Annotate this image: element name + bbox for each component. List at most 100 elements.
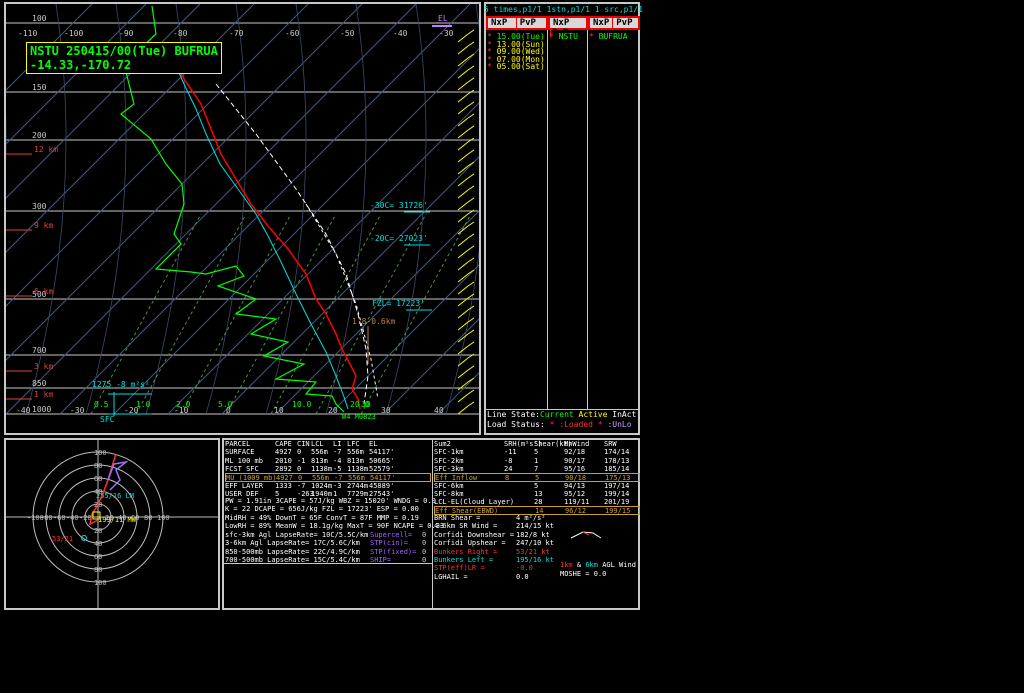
- lapse-row: sfc-3km Agl LapseRate= 10C/5.5C/km: [225, 531, 369, 539]
- table-cell: 1138m: [347, 464, 369, 473]
- wind-barb: [457, 189, 469, 199]
- table-cell: 95/12: [564, 489, 586, 498]
- sounding-list-panel[interactable]: 5 times,p1/1 1stn,p1/1 1 src,p1/1 NxP Pv…: [484, 2, 643, 435]
- table-cell: -1: [297, 456, 306, 465]
- mixing-ratio-label: 0.5: [94, 400, 109, 409]
- pressure-label: 150: [32, 83, 47, 92]
- table-cell: 556m: [311, 448, 328, 457]
- table-cell: SFC-6km: [434, 481, 464, 490]
- agl-wind-legend: 1km & 6km AGL Wind: [560, 561, 636, 569]
- table-cell: SFC-8km: [434, 489, 464, 498]
- temp-tick-label: 10: [274, 406, 284, 415]
- time-label: 05.00(Sat): [496, 62, 545, 71]
- table-cell: FCST SFC: [225, 464, 259, 473]
- wind-barb: [457, 369, 469, 379]
- wind-barb: [457, 237, 469, 247]
- table-cell: -7: [333, 448, 342, 457]
- table-cell: MnWind: [564, 440, 590, 448]
- table-cell: 13: [534, 489, 543, 498]
- thermo-indices: PW = 1.91in 3CAPE = 57J/kg WBZ = 15020' …: [225, 497, 444, 531]
- table-cell: -5: [333, 464, 342, 473]
- temp-tick-label: -50: [340, 29, 355, 38]
- wind-barb: [467, 221, 475, 227]
- temp-tick-label: 40: [434, 406, 444, 415]
- hodo-axis-label: -60: [53, 514, 66, 522]
- table-cell: 2744m: [347, 481, 369, 490]
- table-cell: 1024m: [311, 481, 333, 490]
- wind-barb: [467, 149, 475, 155]
- wind-barb: [457, 81, 469, 91]
- level-label: FZL= 17223': [372, 299, 425, 308]
- station-next-page-button[interactable]: NxP: [550, 18, 572, 28]
- source-prev-page-button[interactable]: PvP: [612, 18, 635, 28]
- mixing-ratio-label: 1.0: [136, 400, 151, 409]
- table-cell: -4: [333, 456, 342, 465]
- temp-tick-label: -40: [393, 29, 408, 38]
- kinematic-lower-row: BRN Shear = 4 m²/s²: [434, 514, 546, 522]
- kinematic-lower-row: 4-6km SR Wind = 214/15 kt: [434, 522, 554, 531]
- wind-barb: [457, 309, 469, 319]
- table-cell: ML 100 mb: [225, 456, 263, 465]
- wind-barb: [457, 69, 469, 79]
- time-prev-page-button[interactable]: PvP: [515, 18, 539, 28]
- table-cell: 24: [504, 464, 513, 473]
- time-item[interactable]: * 05.00(Sat): [487, 63, 545, 71]
- time-next-page-button[interactable]: NxP: [488, 18, 510, 28]
- temp-tick-label: -80: [173, 29, 188, 38]
- table-cell: 1333: [275, 481, 292, 490]
- table-cell: SURFACE: [225, 448, 255, 457]
- wind-barb: [457, 285, 469, 295]
- params-divider: [224, 563, 432, 564]
- pressure-label: 300: [32, 202, 47, 211]
- table-cell: 92/18: [564, 448, 586, 457]
- skewt-panel[interactable]: 100 150 200 300 500 700 850 1000 -110 -100 -90 -80-…: [4, 2, 481, 435]
- hodo-ring-label: 20: [94, 527, 102, 535]
- table-cell: -11: [504, 448, 517, 457]
- sfc-values: W4 M0823: [342, 413, 376, 421]
- table-cell: 185/14: [604, 464, 630, 473]
- table-cell: 45889': [369, 481, 395, 490]
- wind-barb: [467, 389, 475, 395]
- wind-barb: [467, 125, 475, 131]
- source-next-page-button[interactable]: NxP: [590, 18, 612, 28]
- wind-barb: [457, 213, 469, 223]
- table-cell: Sum2: [434, 440, 451, 448]
- lapse-rates: sfc-3km Agl LapseRate= 10C/5.5C/km 3-6km …: [225, 531, 368, 565]
- wind-barb: [467, 29, 475, 35]
- wind-barb: [467, 77, 475, 83]
- table-cell: SFC-2km: [434, 456, 464, 465]
- temp-tick-label: 20: [328, 406, 338, 415]
- table-cell: 2010: [275, 456, 292, 465]
- table-cell: 1: [534, 456, 539, 465]
- temp-tick-label: -30: [70, 406, 85, 415]
- table-cell: 8: [505, 474, 510, 483]
- table-cell: 2892: [275, 464, 292, 473]
- skewt-latlon: -14.33,-170.72: [30, 58, 132, 72]
- table-cell: 50665': [369, 456, 395, 465]
- level-label: -20C= 27023': [370, 234, 428, 243]
- table-cell: 7: [534, 464, 539, 473]
- hodograph-panel[interactable]: -100 -80 -60 -40 -20 20 40 60 80 100 20 20 40 40 60 60 8…: [4, 438, 220, 610]
- mixing-ratio-label: 10.0: [292, 400, 311, 409]
- source-item[interactable]: * BUFRUA: [589, 33, 628, 41]
- parameter-panel[interactable]: PARCEL CAPE CIN LCL LI LFC EL SURFACE 4927 0 556m -…: [222, 438, 640, 610]
- wind-barb: [457, 201, 469, 211]
- table-cell: -3: [333, 481, 342, 490]
- kinematic-lower-row: STP(eff)LR = -0.0: [434, 564, 533, 573]
- height-label: 12 km: [34, 145, 58, 154]
- wind-barb: [457, 129, 469, 139]
- hodograph[interactable]: -100-80 -60 -40 -20 20 40 60 80 1002020404060608…: [6, 440, 218, 608]
- hodo-axis-label: 80: [144, 514, 152, 522]
- temp-tick-label: -60: [285, 29, 300, 38]
- params-divider: [432, 440, 433, 608]
- wind-barb: [467, 281, 475, 287]
- hodo-axis-label: 100: [157, 514, 170, 522]
- kinematic-lower-row: Corfidi Upshear = 247/10 kt: [434, 539, 554, 548]
- hodo-axis-label: -20: [79, 514, 92, 522]
- station-item[interactable]: * NSTU: [549, 33, 578, 41]
- height-label: 6 km: [34, 287, 53, 296]
- wind-barb: [467, 365, 475, 371]
- el-label: EL: [438, 14, 448, 23]
- index-row: K = 22 DCAPE = 656J/kg FZL = 17223' ESP …: [225, 505, 419, 514]
- composite-indices: Supercell= 0 STP(cin)= 0 STP(fixed)= 0 SHIP= 0: [370, 531, 426, 565]
